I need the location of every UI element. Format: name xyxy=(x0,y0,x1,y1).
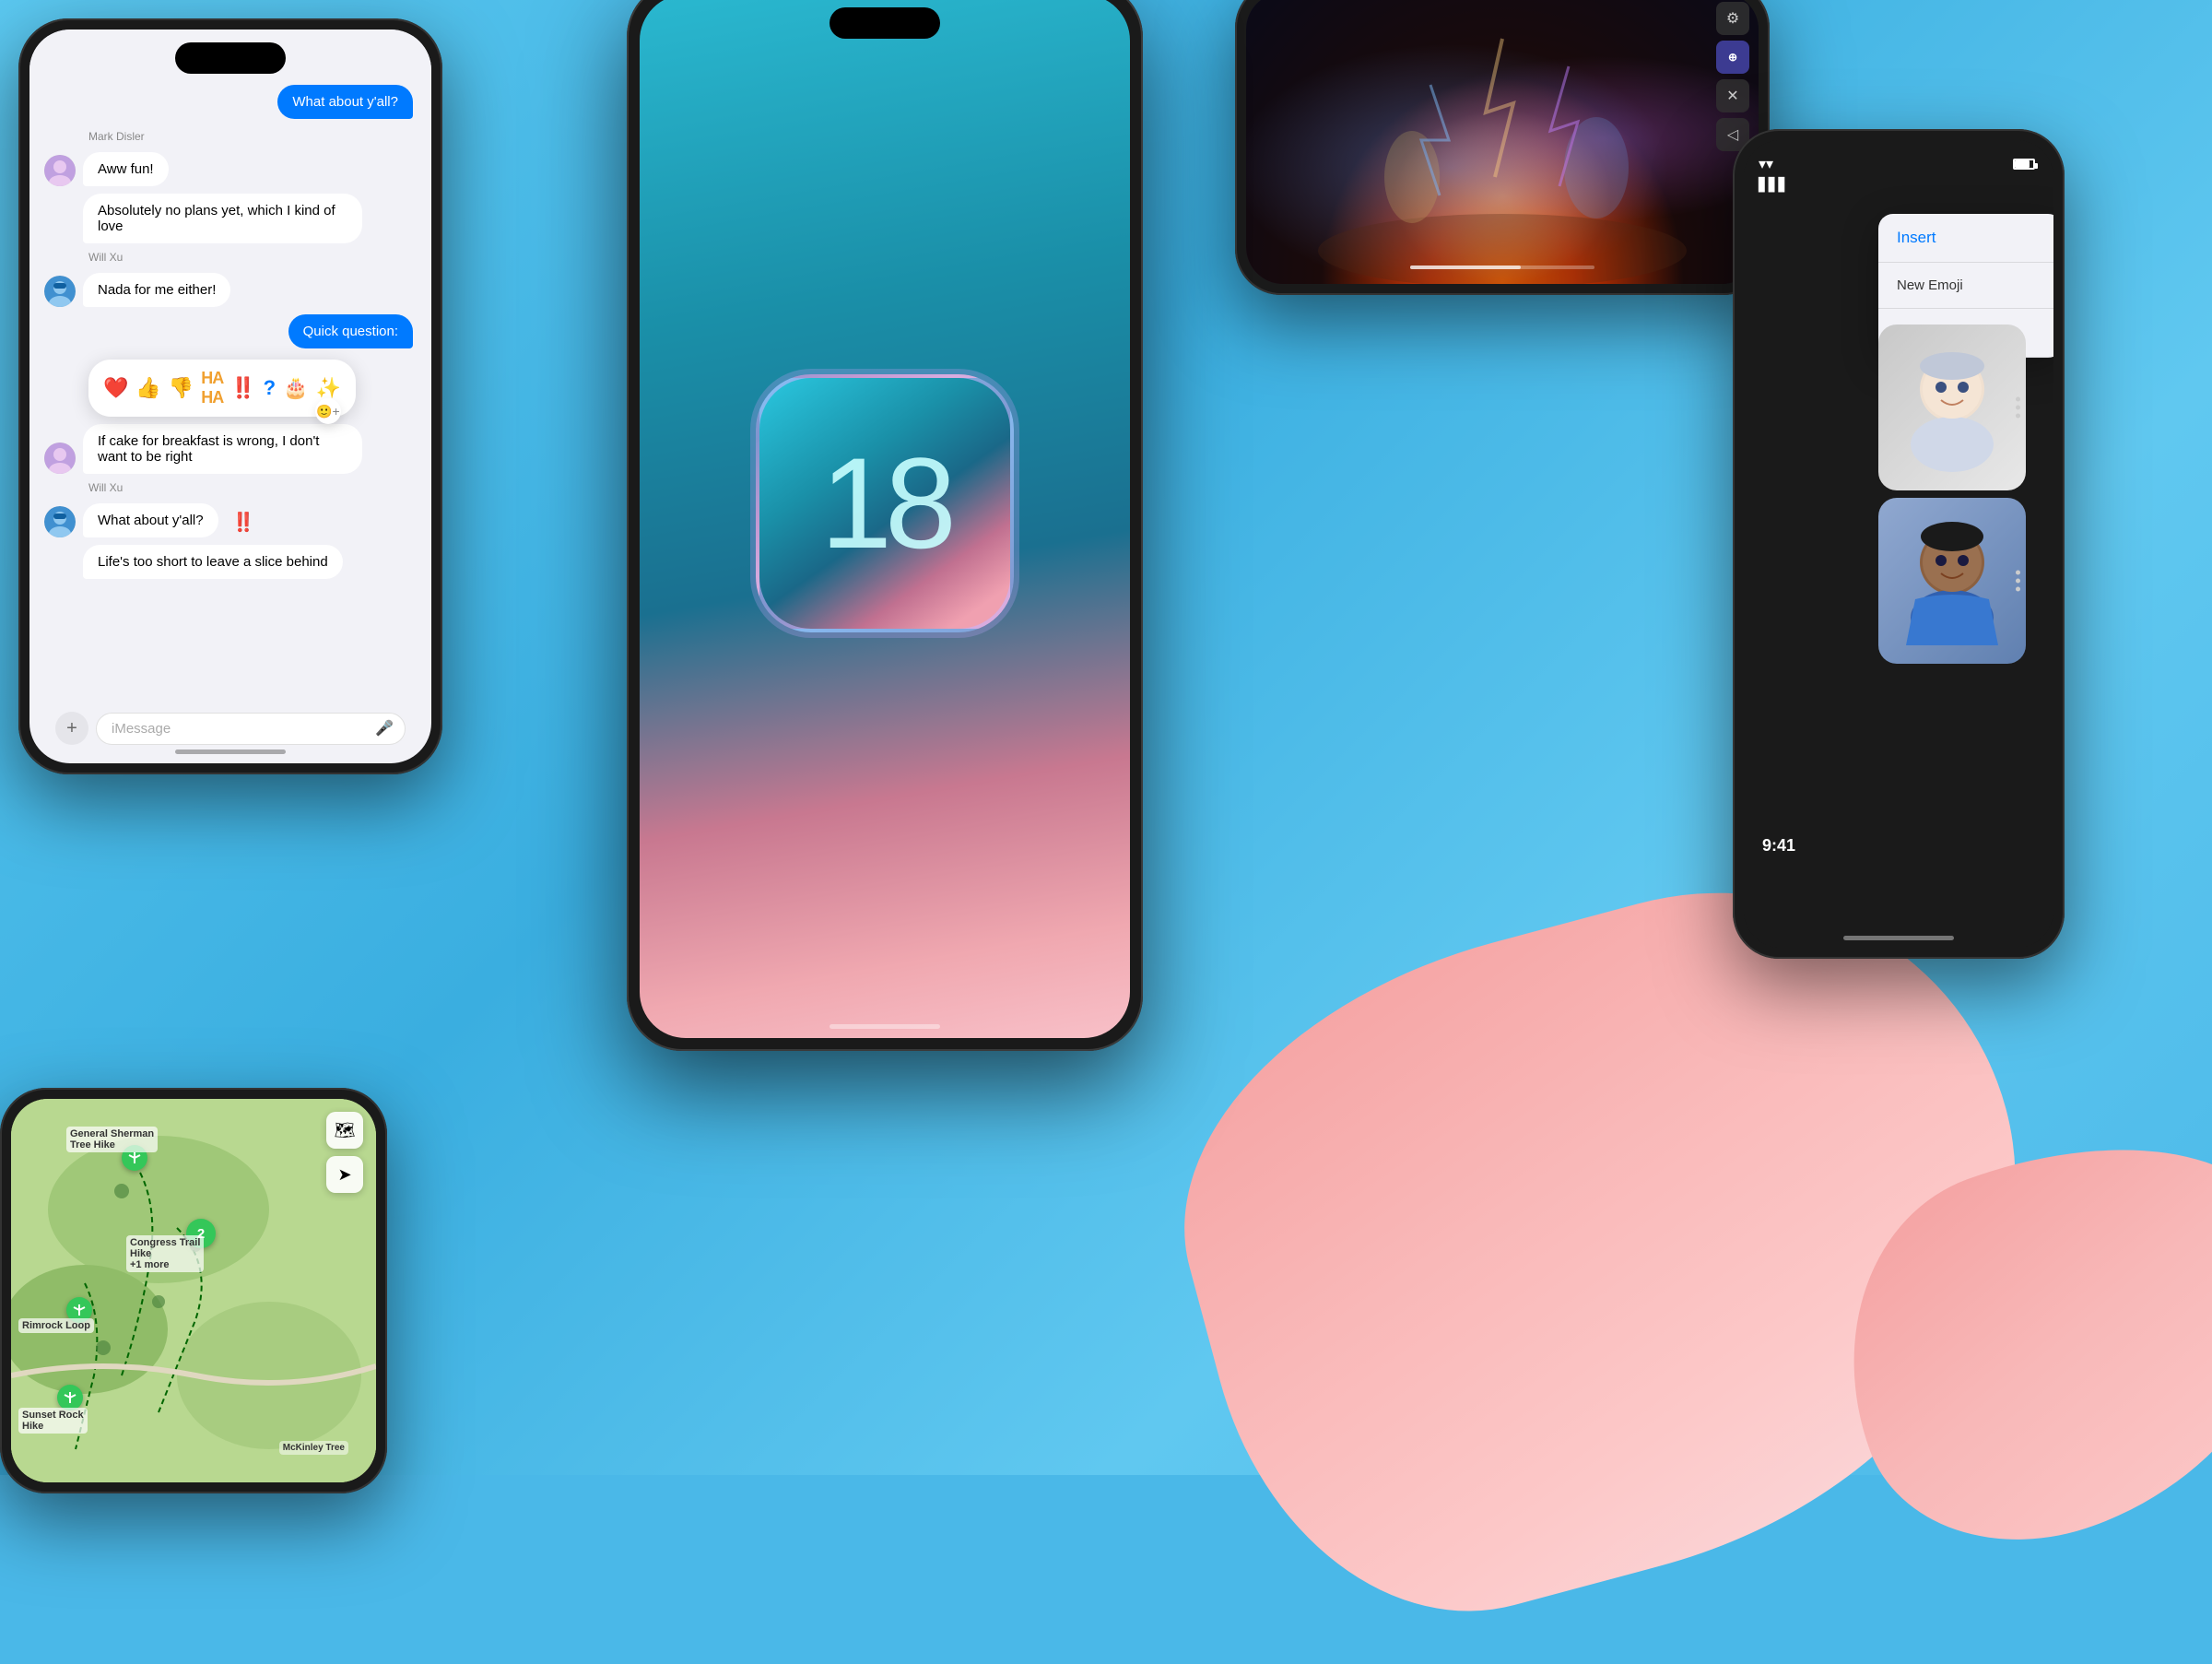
message-text: Nada for me either! xyxy=(83,273,230,307)
message-text: Life's too short to leave a slice behind xyxy=(83,545,343,579)
new-emoji-menu-item[interactable]: New Emoji xyxy=(1878,263,2053,309)
message-text: Quick question: xyxy=(288,314,413,348)
sender-name-mark: Mark Disler xyxy=(88,130,417,143)
game-progress-fill xyxy=(1410,266,1521,269)
map-label-mckinley: McKinley Tree xyxy=(279,1441,348,1455)
emoji-haha[interactable]: HAHA xyxy=(201,369,223,407)
more-emoji-button[interactable]: 🙂+ xyxy=(315,398,341,424)
message-row-nada: Nada for me either! xyxy=(44,273,417,307)
avatar-will-2 xyxy=(44,506,76,537)
emoji-status-bar: ▾▾ ▋▋▋ xyxy=(1759,155,1788,193)
ios18-app-icon: 18 xyxy=(756,374,1014,632)
insert-menu-item[interactable]: Insert xyxy=(1878,214,2053,263)
memoji-cards-list xyxy=(1878,325,2044,664)
mic-icon: 🎤 xyxy=(375,719,394,738)
map-label-rimrock: Rimrock Loop xyxy=(18,1318,94,1333)
signal-icon: ▋▋▋ xyxy=(1759,177,1788,193)
game-button-3[interactable]: ✕ xyxy=(1716,79,1749,112)
message-text: Aww fun! xyxy=(83,152,169,186)
messages-list: What about y'all? Mark Disler Aww fun! A… xyxy=(29,30,431,653)
map-controls: 🗺 ➤ xyxy=(326,1112,363,1193)
avatar-mark xyxy=(44,155,76,186)
phone-emoji: ▾▾ ▋▋▋ Insert New Emoji Cancel xyxy=(1733,129,2065,959)
home-indicator-ios18 xyxy=(830,1024,940,1029)
home-indicator-emoji xyxy=(1843,936,1954,940)
memoji-avatar-2 xyxy=(1897,516,2007,645)
ios18-icon-background: 18 xyxy=(756,374,1014,632)
message-text: What about y'all? xyxy=(277,85,413,119)
game-button-2[interactable]: ⊕ xyxy=(1716,41,1749,74)
avatar-will xyxy=(44,276,76,307)
message-row-haha: What about y'all? ‼️ xyxy=(44,503,417,537)
game-scene-svg xyxy=(1246,0,1759,284)
exclamation-reaction: ‼️ xyxy=(232,511,255,534)
messages-screen: What about y'all? Mark Disler Aww fun! A… xyxy=(29,30,431,763)
game-ui-controls: ⚙ ⊕ ✕ ◁ xyxy=(1716,2,1749,151)
message-text: If cake for breakfast is wrong, I don't … xyxy=(83,424,362,474)
message-row-cake: If cake for breakfast is wrong, I don't … xyxy=(44,424,417,474)
message-bubble-right-1: What about y'all? xyxy=(44,85,417,119)
emoji-screen: ▾▾ ▋▋▋ Insert New Emoji Cancel xyxy=(1744,140,2053,948)
ios18-version-number: 18 xyxy=(820,439,949,568)
emoji-screen-content: ▾▾ ▋▋▋ Insert New Emoji Cancel xyxy=(1744,140,2053,948)
sender-name-will-2: Will Xu xyxy=(88,481,417,494)
emoji-thumbsdown[interactable]: 👎 xyxy=(169,376,194,400)
emoji-heart[interactable]: ❤️ xyxy=(103,376,128,400)
message-row-aww: Aww fun! xyxy=(44,152,417,186)
message-input-field[interactable]: iMessage 🎤 xyxy=(96,713,406,745)
map-location-button[interactable]: ➤ xyxy=(326,1156,363,1193)
map-pin-sunsetrock[interactable] xyxy=(57,1385,83,1410)
phone-maps: General ShermanTree Hike 2 Congress Trai… xyxy=(0,1088,387,1493)
emoji-question[interactable]: ? xyxy=(264,376,276,400)
message-input-bar: + iMessage 🎤 xyxy=(41,712,420,745)
map-label-sunsetrock: Sunset RockHike xyxy=(18,1408,88,1434)
dynamic-island xyxy=(175,42,286,74)
game-screen: ⚙ ⊕ ✕ ◁ xyxy=(1246,0,1759,284)
input-placeholder: iMessage xyxy=(112,721,171,737)
battery-indicator xyxy=(2013,159,2035,170)
lock-screen-time: 9:41 xyxy=(1762,836,1795,856)
emoji-exclaim[interactable]: ‼️ xyxy=(230,376,255,400)
emoji-sparkle[interactable]: ✨ xyxy=(315,376,340,400)
ios18-screen: 18 xyxy=(640,0,1130,1038)
emoji-reaction-bar[interactable]: ❤️ 👍 👎 HAHA ‼️ ? 🎂 ✨ 🙂+ xyxy=(88,360,356,417)
message-row-noplans: Absolutely no plans yet, which I kind of… xyxy=(44,194,417,243)
dynamic-island-center xyxy=(830,7,940,39)
message-text-haha: What about y'all? ‼️ xyxy=(83,503,218,537)
map-label-congress: Congress TrailHike+1 more xyxy=(126,1235,204,1272)
home-indicator xyxy=(175,749,286,754)
memoji-avatar-1 xyxy=(1897,343,2007,472)
memoji-card-dots-1 xyxy=(2016,397,2020,419)
message-bubble-right-2: Quick question: xyxy=(44,314,417,348)
phone-ios18-center: 18 xyxy=(627,0,1143,1051)
message-text: Absolutely no plans yet, which I kind of… xyxy=(83,194,362,243)
maps-screen: General ShermanTree Hike 2 Congress Trai… xyxy=(11,1099,376,1482)
memoji-card-dots-2 xyxy=(2016,571,2020,592)
phone-game: ⚙ ⊕ ✕ ◁ xyxy=(1235,0,1770,295)
map-content: General ShermanTree Hike 2 Congress Trai… xyxy=(11,1099,376,1482)
map-label-sherman: General ShermanTree Hike xyxy=(66,1127,158,1152)
emoji-cake[interactable]: 🎂 xyxy=(283,376,308,400)
game-progress-bar xyxy=(1410,266,1594,269)
message-row-lifeshort: Life's too short to leave a slice behind xyxy=(44,545,417,579)
sender-name-will: Will Xu xyxy=(88,251,417,264)
game-button-1[interactable]: ⚙ xyxy=(1716,2,1749,35)
memoji-card-1 xyxy=(1878,325,2026,490)
game-content: ⚙ ⊕ ✕ ◁ xyxy=(1246,0,1759,284)
memoji-card-2 xyxy=(1878,498,2026,664)
map-toggle-button[interactable]: 🗺 xyxy=(326,1112,363,1149)
phone-messages: What about y'all? Mark Disler Aww fun! A… xyxy=(18,18,442,774)
emoji-thumbsup[interactable]: 👍 xyxy=(135,376,160,400)
wifi-icon: ▾▾ xyxy=(1759,155,1788,173)
add-attachment-button[interactable]: + xyxy=(55,712,88,745)
avatar-mark-2 xyxy=(44,443,76,474)
